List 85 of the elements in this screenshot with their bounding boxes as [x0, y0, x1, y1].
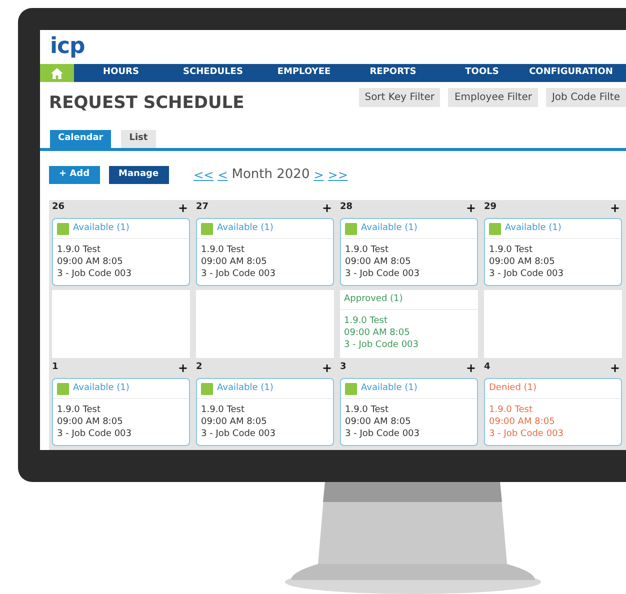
status-square-icon — [489, 222, 501, 234]
request-card[interactable]: Available (1) 1.9.0 Test 09:00 AM 8:05 3 - Job Code 003 — [196, 218, 334, 286]
request-detail: 3 - Job Code 003 — [57, 268, 133, 280]
home-button[interactable] — [40, 64, 74, 82]
request-detail: 1.9.0 Test — [57, 404, 102, 416]
request-detail: 3 - Job Code 003 — [201, 268, 277, 280]
request-detail: 1.9.0 Test — [344, 315, 388, 327]
status-label: Available (1) — [73, 222, 130, 235]
add-day-button[interactable]: + — [178, 362, 188, 374]
status-square-icon — [201, 222, 213, 234]
request-detail: 1.9.0 Test — [57, 244, 102, 256]
status-square-icon — [345, 382, 357, 394]
filter-button[interactable]: Sort Key Filter — [358, 88, 440, 107]
status-label: Available (1) — [361, 382, 418, 395]
request-detail: 3 - Job Code 003 — [489, 268, 565, 280]
request-detail: 3 - Job Code 003 — [57, 428, 133, 440]
period-label: Month 2020 — [232, 166, 310, 184]
request-detail: 3 - Job Code 003 — [345, 268, 421, 280]
request-detail: 1.9.0 Test — [345, 404, 390, 416]
manage-button[interactable]: Manage — [108, 166, 169, 184]
request-detail: 1.9.0 Test — [201, 404, 246, 416]
status-square-icon — [57, 382, 69, 394]
nav-item[interactable]: TOOLS — [436, 66, 528, 80]
add-day-button[interactable]: + — [466, 362, 476, 374]
nav-item[interactable]: HOURS — [74, 66, 168, 80]
filter-button[interactable]: Job Code Filte — [546, 88, 626, 107]
request-detail: 1.9.0 Test — [201, 244, 246, 256]
add-button[interactable]: + Add — [49, 166, 100, 184]
request-detail: 09:00 AM 8:05 — [201, 256, 268, 268]
request-detail: 3 - Job Code 003 — [344, 339, 420, 351]
day-number: 4 — [484, 361, 490, 374]
add-day-button[interactable]: + — [466, 202, 476, 214]
nav-item[interactable]: EMPLOYEE — [258, 66, 350, 80]
request-card[interactable]: Available (1) 1.9.0 Test 09:00 AM 8:05 3 - Job Code 003 — [52, 218, 190, 286]
day-number: 26 — [52, 201, 65, 214]
page-title: REQUEST SCHEDULE — [49, 92, 244, 116]
request-card[interactable]: Available (1) 1.9.0 Test 09:00 AM 8:05 3 - Job Code 003 — [340, 378, 478, 446]
nav-item[interactable]: CONFIGURATION — [528, 66, 614, 80]
request-card[interactable]: Available (1) 1.9.0 Test 09:00 AM 8:05 3 - Job Code 003 — [52, 378, 190, 446]
add-day-button[interactable]: + — [610, 202, 620, 214]
request-detail: 3 - Job Code 003 — [201, 428, 277, 440]
request-detail: 09:00 AM 8:05 — [345, 416, 412, 428]
request-detail: 09:00 AM 8:05 — [489, 416, 556, 428]
status-label: Available (1) — [361, 222, 418, 235]
add-day-button[interactable]: + — [322, 202, 332, 214]
request-detail: 3 - Job Code 003 — [489, 428, 565, 440]
day-number: 28 — [340, 201, 353, 214]
request-detail: 1.9.0 Test — [345, 244, 390, 256]
request-detail: 09:00 AM 8:05 — [489, 256, 556, 268]
request-detail: 1.9.0 Test — [489, 404, 534, 416]
day-number: 27 — [196, 201, 209, 214]
day-number: 2 — [196, 361, 202, 374]
request-detail: 3 - Job Code 003 — [345, 428, 421, 440]
status-label: Approved (1) — [344, 292, 403, 306]
day-number: 29 — [484, 201, 497, 214]
tab[interactable]: Calendar — [50, 130, 112, 148]
tab[interactable]: List — [121, 130, 156, 148]
request-card[interactable]: Approved (1) 1.9.0 Test 09:00 AM 8:05 3 - Job Code 003 — [340, 290, 478, 358]
request-detail: 09:00 AM 8:05 — [57, 256, 124, 268]
nav-item[interactable]: SCHEDULES — [168, 66, 258, 80]
nav-item[interactable]: REPORTS — [350, 66, 436, 80]
status-square-icon — [345, 222, 357, 234]
request-card[interactable]: Available (1) 1.9.0 Test 09:00 AM 8:05 3 - Job Code 003 — [196, 378, 334, 446]
request-detail: 09:00 AM 8:05 — [345, 256, 412, 268]
status-label: Available (1) — [73, 382, 130, 395]
status-square-icon — [57, 222, 69, 234]
status-label: Available (1) — [217, 222, 274, 235]
status-label: Denied (1) — [489, 382, 537, 395]
add-day-button[interactable]: + — [322, 362, 332, 374]
add-day-button[interactable]: + — [610, 362, 620, 374]
request-detail: 09:00 AM 8:05 — [344, 327, 411, 339]
status-label: Available (1) — [505, 222, 562, 235]
status-square-icon — [201, 382, 213, 394]
request-detail: 09:00 AM 8:05 — [201, 416, 268, 428]
request-detail: 09:00 AM 8:05 — [57, 416, 124, 428]
status-label: Available (1) — [217, 382, 274, 395]
filter-button[interactable]: Employee Filter — [448, 88, 538, 107]
day-number: 3 — [340, 361, 346, 374]
request-card[interactable]: Available (1) 1.9.0 Test 09:00 AM 8:05 3 - Job Code 003 — [484, 218, 622, 286]
request-detail: 1.9.0 Test — [489, 244, 534, 256]
add-day-button[interactable]: + — [178, 202, 188, 214]
day-number: 1 — [52, 361, 58, 374]
home-icon — [51, 68, 63, 78]
request-card[interactable]: Available (1) 1.9.0 Test 09:00 AM 8:05 3 - Job Code 003 — [340, 218, 478, 286]
logo: icp — [50, 36, 85, 58]
